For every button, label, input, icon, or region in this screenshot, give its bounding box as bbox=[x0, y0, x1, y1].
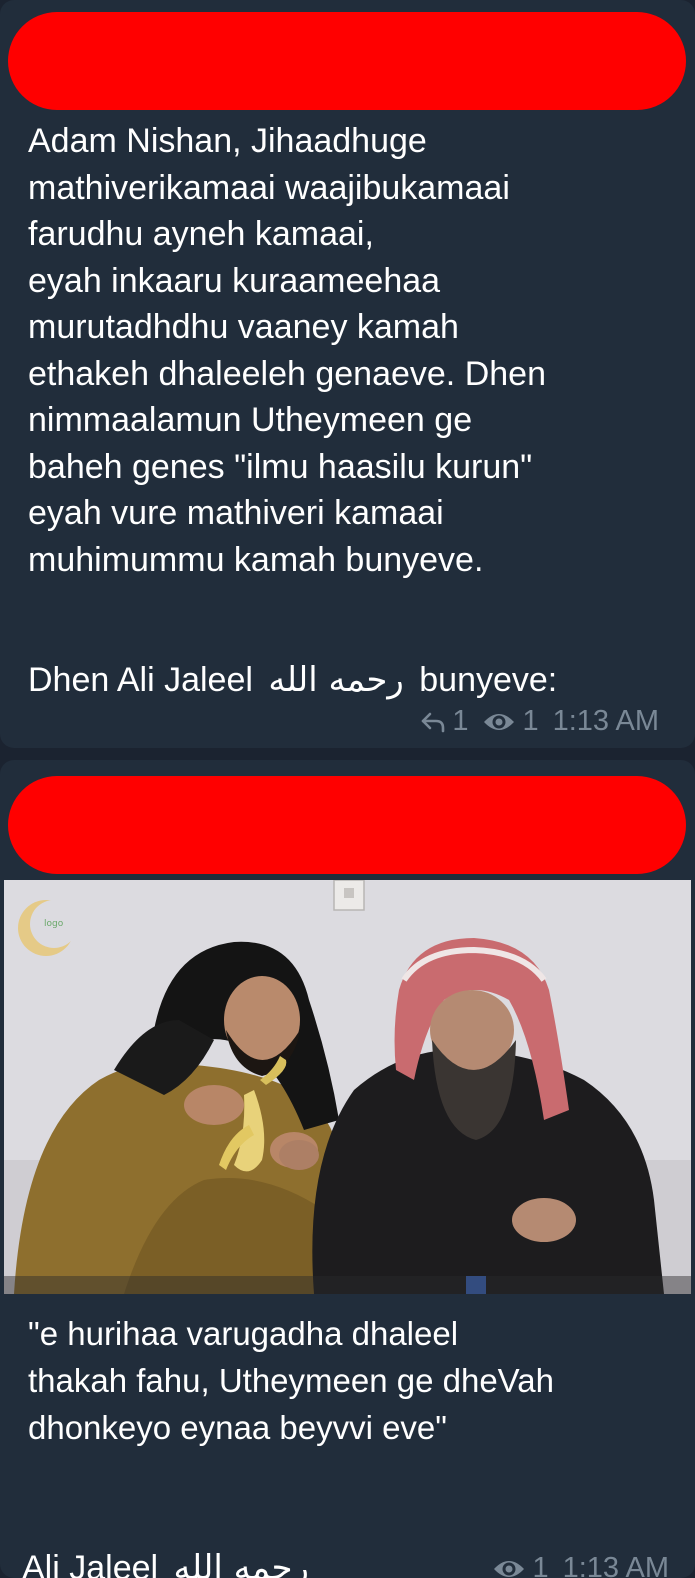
message-meta: 1 1:13 AM bbox=[492, 1552, 669, 1578]
message-signature: Ali Jaleel رحمه الله bbox=[22, 1548, 315, 1578]
redacted-header bbox=[8, 776, 686, 874]
message-text: Adam Nishan, Jihaadhuge mathiverikamaai … bbox=[28, 122, 546, 579]
signature-suffix: bunyeve: bbox=[419, 661, 558, 699]
signature-arabic: رحمه الله bbox=[268, 660, 404, 700]
view-count: 1 bbox=[532, 1552, 549, 1578]
message-time: 1:13 AM bbox=[552, 705, 659, 737]
reply-count[interactable]: 1 bbox=[452, 705, 468, 738]
photo-caption: "e hurihaa varugadha dhaleel thakah fahu… bbox=[28, 1315, 554, 1446]
eye-icon bbox=[482, 709, 516, 735]
message-meta: 1 1 1:13 AM bbox=[420, 705, 659, 738]
signature-name: Dhen Ali Jaleel bbox=[28, 661, 253, 699]
redacted-header bbox=[8, 12, 686, 110]
message-time: 1:13 AM bbox=[562, 1552, 669, 1578]
message-bubble[interactable]: Adam Nishan, Jihaadhuge mathiverikamaai … bbox=[0, 0, 695, 748]
eye-icon bbox=[492, 1556, 526, 1578]
message-bubble[interactable]: logo "e hurihaa varugadha dhaleel thakah… bbox=[0, 760, 695, 1578]
svg-text:logo: logo bbox=[44, 919, 64, 929]
reply-arrow-icon[interactable] bbox=[420, 709, 446, 735]
signature-name: Ali Jaleel bbox=[22, 1549, 159, 1578]
channel-feed: Adam Nishan, Jihaadhuge mathiverikamaai … bbox=[0, 0, 695, 1578]
photo-illustration: logo bbox=[4, 880, 691, 1294]
view-count: 1 bbox=[522, 705, 539, 737]
message-photo[interactable]: logo bbox=[4, 880, 691, 1294]
message-signature: Dhen Ali Jaleel رحمه الله bunyeve: bbox=[28, 660, 557, 700]
signature-arabic: رحمه الله bbox=[173, 1548, 309, 1578]
